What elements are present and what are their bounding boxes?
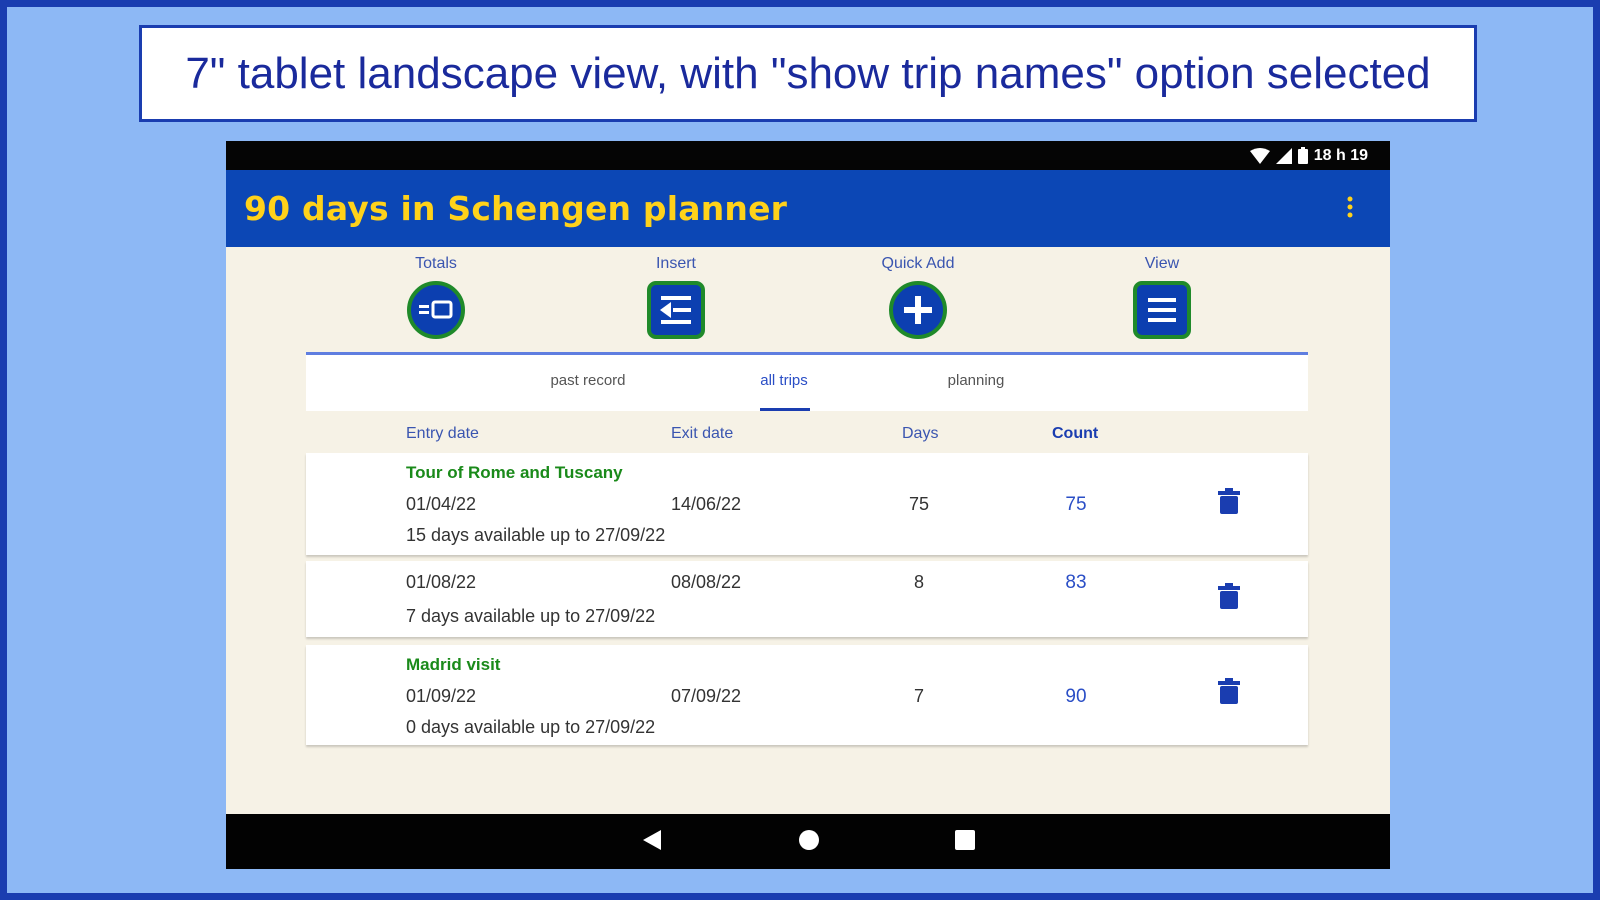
insert-button[interactable]: Insert [616, 253, 736, 339]
entry-date: 01/08/22 [406, 572, 477, 592]
entry-date: 01/04/22 [406, 494, 477, 514]
trip-days: 8 [913, 572, 924, 592]
delete-trash-icon[interactable] [1218, 678, 1240, 709]
trip-name: Tour of Rome and Tuscany [406, 463, 623, 482]
home-icon[interactable] [797, 828, 821, 857]
trip-name: Madrid visit [406, 655, 501, 674]
tab-label: planning [947, 372, 1005, 389]
exit-date-header: Exit date [671, 425, 734, 442]
days-header: Days [902, 425, 939, 442]
back-icon[interactable] [641, 828, 663, 857]
insert-icon[interactable] [647, 281, 705, 339]
totals-button[interactable]: Totals [376, 253, 496, 339]
tab-planning[interactable]: planning [916, 355, 1036, 411]
view-button[interactable]: View [1102, 253, 1222, 339]
trip-filter-tabs: past record all trips planning [306, 355, 1308, 411]
tab-label: all trips [760, 372, 808, 389]
plus-icon[interactable] [889, 281, 947, 339]
status-time: 18 h 19 [1313, 146, 1368, 164]
totals-label: Totals [415, 255, 457, 272]
count-header: Count [1052, 425, 1099, 442]
entry-date: 01/09/22 [406, 686, 477, 706]
wifi-icon [1249, 147, 1270, 164]
battery-icon [1297, 147, 1308, 164]
navigation-bar [226, 814, 1390, 869]
days-available: 7 days available up to 27/09/22 [406, 606, 656, 626]
delete-trash-icon[interactable] [1218, 488, 1240, 519]
totals-icon[interactable] [407, 281, 465, 339]
status-bar: 18 h 19 [226, 141, 1390, 170]
exit-date: 14/06/22 [671, 494, 742, 514]
quick-add-label: Quick Add [881, 255, 955, 272]
app-title: 90 days in Schengen planner [244, 189, 788, 228]
overflow-menu-icon[interactable] [1340, 196, 1360, 222]
tab-past-record[interactable]: past record [528, 355, 648, 411]
view-label: View [1144, 255, 1180, 272]
delete-trash-icon[interactable] [1218, 583, 1240, 614]
action-toolbar: Totals Insert Quick Add View [306, 253, 1308, 349]
trip-count: 75 [1065, 494, 1087, 515]
entry-date-header: Entry date [406, 425, 479, 442]
table-header: Entry date Exit date Days Count [306, 411, 1308, 453]
recents-icon[interactable] [954, 828, 976, 857]
trip-days: 75 [908, 494, 930, 514]
table-row[interactable]: Madrid visit 01/09/22 07/09/22 7 90 0 da… [306, 645, 1308, 745]
trip-days: 7 [913, 686, 924, 706]
days-available: 15 days available up to 27/09/22 [406, 525, 666, 545]
insert-label: Insert [655, 255, 696, 272]
list-view-icon[interactable] [1133, 281, 1191, 339]
trip-count: 90 [1065, 686, 1087, 707]
tab-label: past record [550, 372, 626, 389]
table-row[interactable]: Tour of Rome and Tuscany 01/04/22 14/06/… [306, 453, 1308, 555]
days-available: 0 days available up to 27/09/22 [406, 717, 656, 737]
quick-add-button[interactable]: Quick Add [858, 253, 978, 339]
exit-date: 07/09/22 [671, 686, 742, 706]
caption-banner: 7" tablet landscape view, with "show tri… [139, 25, 1477, 122]
tablet-screen: 18 h 19 90 days in Schengen planner Tota… [226, 141, 1390, 869]
tab-all-trips[interactable]: all trips [724, 355, 844, 411]
exit-date: 08/08/22 [671, 572, 742, 592]
signal-icon [1275, 147, 1292, 164]
app-bar: 90 days in Schengen planner [226, 170, 1390, 247]
trip-count: 83 [1065, 572, 1087, 593]
table-row[interactable]: 01/08/22 08/08/22 8 83 7 days available … [306, 561, 1308, 637]
